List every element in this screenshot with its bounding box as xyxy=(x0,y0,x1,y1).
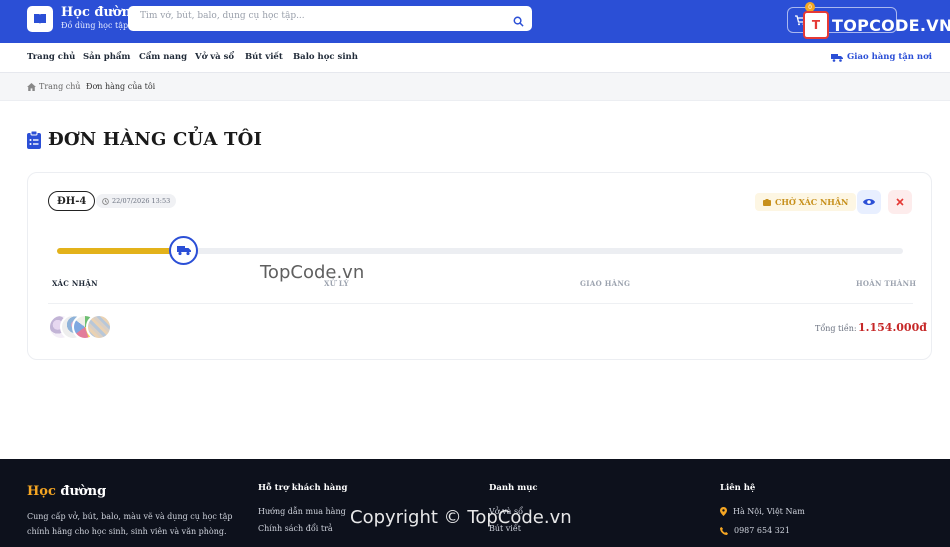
delivery-truck-marker xyxy=(169,236,198,265)
box-icon xyxy=(763,198,771,206)
truck-icon xyxy=(830,53,843,62)
step-complete: HOÀN THÀNH xyxy=(856,279,917,288)
order-progress-fill xyxy=(57,248,184,254)
topcode-watermark: TopCode.vn xyxy=(260,262,365,283)
footer-category-title: Danh mục xyxy=(489,483,538,493)
clipboard-list-icon xyxy=(27,130,41,149)
shipping-label: Giao hàng tận nơi xyxy=(846,52,932,62)
nav-item-home[interactable]: Trang chủ xyxy=(27,52,75,62)
order-id-badge: ĐH-4 xyxy=(48,191,96,211)
home-icon xyxy=(27,82,36,91)
search-bar xyxy=(128,6,532,31)
order-time: 22/07/2026 13:53 xyxy=(96,194,177,208)
cancel-order-button[interactable] xyxy=(888,190,912,214)
page-title-text: ĐƠN HÀNG CỦA TÔI xyxy=(48,129,263,150)
main-nav: Trang chủ Sản phẩm Cẩm nang Vở và sổ Bút… xyxy=(0,43,950,73)
close-icon xyxy=(896,198,904,206)
footer-brand-second: đường xyxy=(55,484,107,499)
page-title: ĐƠN HÀNG CỦA TÔI xyxy=(27,129,262,150)
product-thumbnails[interactable] xyxy=(48,314,128,340)
step-confirm: XÁC NHẬN xyxy=(52,279,98,288)
book-logo-icon[interactable] xyxy=(27,6,53,32)
copyright-watermark: Copyright © TopCode.vn xyxy=(350,507,572,528)
search-input[interactable] xyxy=(140,11,500,21)
breadcrumb-home-label: Trang chủ xyxy=(39,82,81,91)
footer-phone-text: 0987 654 321 xyxy=(734,526,790,535)
divider xyxy=(48,303,913,304)
topcode-shield-icon: T xyxy=(803,11,829,39)
footer-contact-title: Liên hệ xyxy=(720,483,756,493)
footer-phone[interactable]: 0987 654 321 xyxy=(720,526,790,535)
status-badge: CHỜ XÁC NHẬN xyxy=(755,193,857,211)
truck-icon xyxy=(176,246,191,256)
nav-item-products[interactable]: Sản phẩm xyxy=(83,52,130,62)
product-thumbnail[interactable] xyxy=(86,314,112,340)
status-text: CHỜ XÁC NHẬN xyxy=(775,197,849,207)
footer-support-column: Hỗ trợ khách hàng xyxy=(258,483,347,493)
nav-item-backpacks[interactable]: Balo học sinh xyxy=(293,52,358,62)
footer-support-title: Hỗ trợ khách hàng xyxy=(258,483,348,493)
footer-link-return-policy[interactable]: Chính sách đổi trả xyxy=(258,524,333,533)
breadcrumb: Trang chủ › Đơn hàng của tôi xyxy=(0,73,950,101)
view-order-button[interactable] xyxy=(857,190,881,214)
step-shipping: GIAO HÀNG xyxy=(580,279,631,288)
footer-link-guide[interactable]: Hướng dẫn mua hàng xyxy=(258,507,346,516)
footer-brand-first: Học xyxy=(27,484,56,499)
eye-icon xyxy=(863,199,875,205)
footer: Học đường Cung cấp vở, bút, balo, màu vẽ… xyxy=(0,459,950,547)
breadcrumb-home[interactable]: Trang chủ xyxy=(27,82,81,91)
footer-category-column: Danh mục xyxy=(489,483,538,493)
shipping-link[interactable]: Giao hàng tận nơi xyxy=(830,52,932,62)
breadcrumb-current: Đơn hàng của tôi xyxy=(86,82,156,91)
location-pin-icon xyxy=(720,507,727,516)
top-header: Học đường Đồ dùng học tập 0 T TOPCODE.VN xyxy=(0,0,950,43)
topcode-watermark-logo: T TOPCODE.VN xyxy=(803,11,950,39)
footer-address: Hà Nội, Việt Nam xyxy=(720,507,805,516)
nav-item-pens[interactable]: Bút viết xyxy=(245,52,283,62)
search-icon[interactable] xyxy=(513,12,524,31)
clock-icon xyxy=(102,197,109,205)
footer-description: Cung cấp vở, bút, balo, màu vẽ và dụng c… xyxy=(27,512,233,536)
brand-subtitle: Đồ dùng học tập xyxy=(61,21,129,30)
phone-icon xyxy=(720,526,728,535)
total-price: 1.154.000đ xyxy=(858,321,927,334)
total-label: Tổng tiền: xyxy=(815,324,857,333)
chevron-right-icon: › xyxy=(77,82,81,91)
footer-brand: Học đường xyxy=(27,484,106,499)
footer-contact-column: Liên hệ xyxy=(720,483,755,493)
nav-item-notebooks[interactable]: Vở và sổ xyxy=(195,52,234,62)
nav-item-guide[interactable]: Cẩm nang xyxy=(139,52,187,62)
order-time-text: 22/07/2026 13:53 xyxy=(112,197,171,205)
order-card: ĐH-4 22/07/2026 13:53 CHỜ XÁC NHẬN XÁC N… xyxy=(27,172,932,360)
topcode-watermark-text: TOPCODE.VN xyxy=(832,15,950,35)
footer-address-text: Hà Nội, Việt Nam xyxy=(733,507,805,516)
